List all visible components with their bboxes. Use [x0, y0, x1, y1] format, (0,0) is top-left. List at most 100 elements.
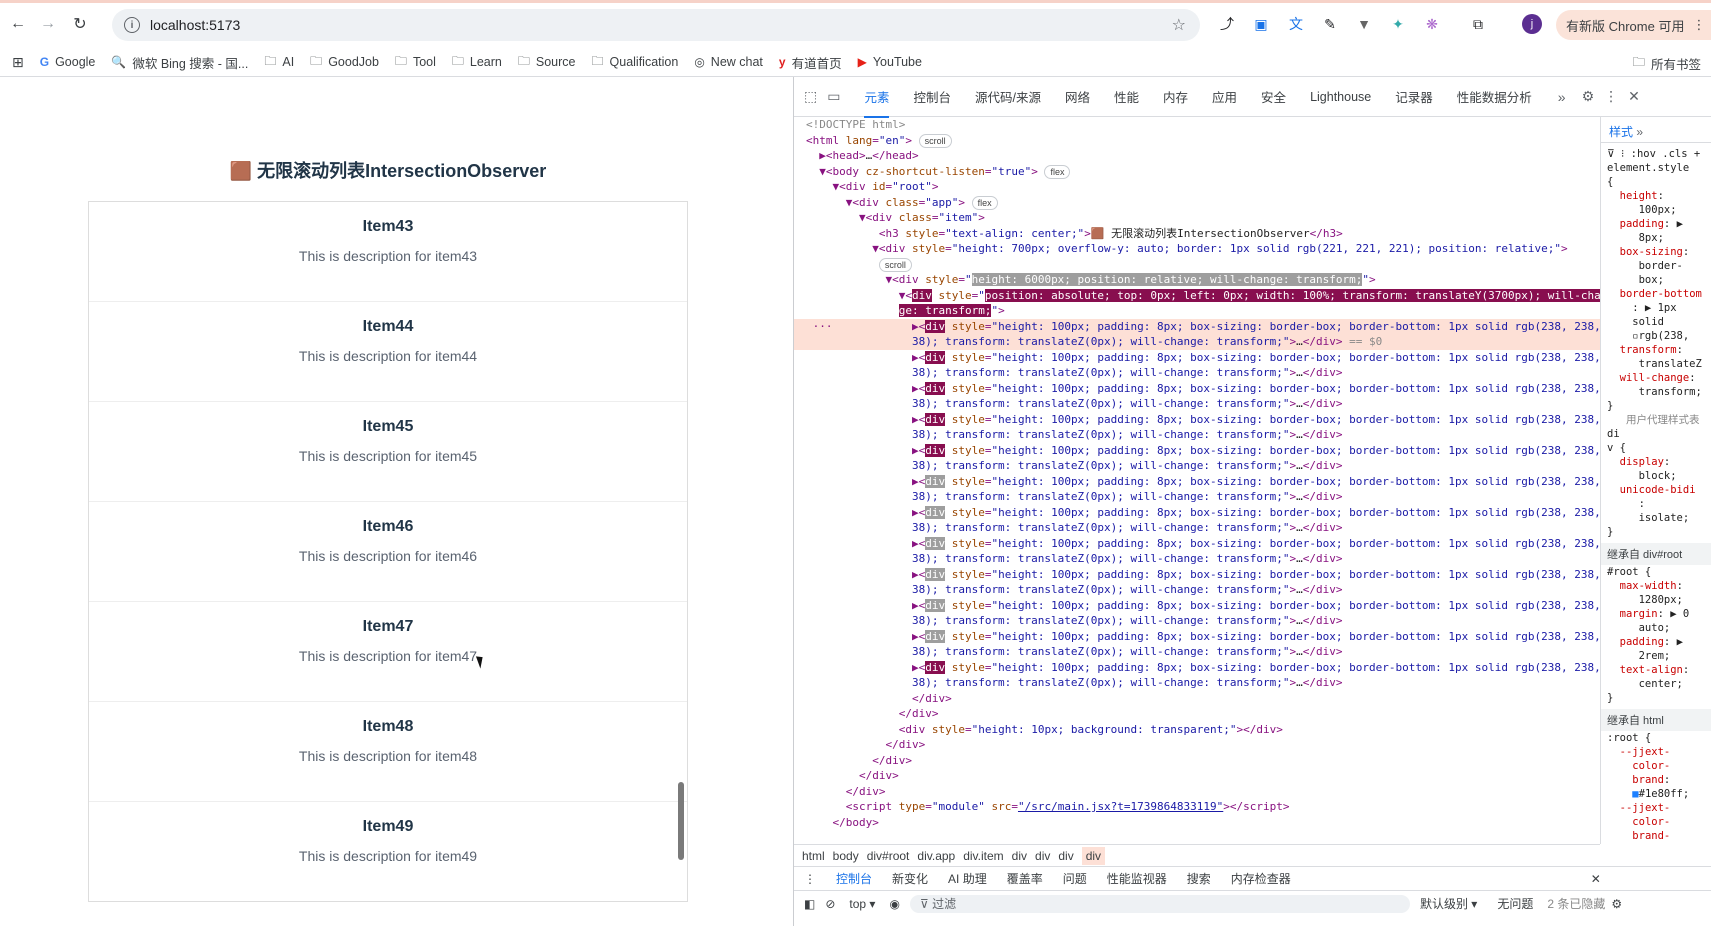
apps-grid-icon[interactable]: ⊞ — [12, 54, 24, 71]
dom-node[interactable]: 38); transform: translateZ(0px); will-ch… — [794, 489, 1600, 505]
styles-tab[interactable]: 样式 » — [1601, 117, 1711, 143]
dom-node[interactable]: ▶<div style="height: 100px; padding: 8px… — [794, 350, 1600, 366]
address-bar[interactable]: i localhost:5173 ☆ — [112, 9, 1200, 41]
bookmark-folder-source[interactable]: 🗀 Source — [518, 52, 576, 73]
tab-security[interactable]: 安全 — [1261, 87, 1286, 106]
tab-console[interactable]: 控制台 — [913, 87, 951, 106]
extension-icon-2[interactable]: ▣ — [1251, 14, 1271, 34]
breadcrumb-item[interactable]: div — [1058, 849, 1073, 863]
live-expression-eye-icon[interactable]: ◉ — [889, 897, 899, 911]
dom-node[interactable]: ▶<div style="height: 100px; padding: 8px… — [794, 474, 1600, 490]
dom-node[interactable]: </div> — [794, 768, 1600, 784]
forward-icon[interactable]: → — [34, 10, 62, 38]
dom-node[interactable]: 38); transform: translateZ(0px); will-ch… — [794, 582, 1600, 598]
breadcrumb-item[interactable]: div.app — [917, 849, 955, 863]
dom-node[interactable]: 38); transform: translateZ(0px); will-ch… — [794, 551, 1600, 567]
dom-node[interactable]: 38); transform: translateZ(0px); will-ch… — [794, 427, 1600, 443]
dom-node[interactable]: ▶<div style="height: 100px; padding: 8px… — [794, 412, 1600, 428]
tab-performance-insights[interactable]: 性能数据分析 — [1457, 87, 1532, 106]
tab-lighthouse[interactable]: Lighthouse — [1310, 90, 1371, 104]
dom-node[interactable]: <h3 style="text-align: center;">🟫 无限滚动列表… — [794, 226, 1600, 242]
dom-node[interactable]: </div> — [794, 784, 1600, 800]
dom-node[interactable]: 38); transform: translateZ(0px); will-ch… — [794, 458, 1600, 474]
dom-node-selected[interactable]: ··· ▶<div style="height: 100px; padding:… — [794, 318, 1600, 334]
dom-node[interactable]: </body> — [794, 815, 1600, 831]
dom-node[interactable]: 38); transform: translateZ(0px); will-ch… — [794, 613, 1600, 629]
dom-node[interactable]: ▶<div style="height: 100px; padding: 8px… — [794, 598, 1600, 614]
dom-node[interactable]: ▶<div style="height: 100px; padding: 8px… — [794, 629, 1600, 645]
dom-node[interactable]: ▼<body cz-shortcut-listen="true"> flex — [794, 164, 1600, 180]
tab-sources[interactable]: 源代码/来源 — [975, 87, 1041, 106]
dom-node-selected[interactable]: 38); transform: translateZ(0px); will-ch… — [794, 334, 1600, 350]
bookmark-bing[interactable]: 🔍 微软 Bing 搜索 - 国... — [111, 53, 248, 72]
pen-icon[interactable]: ✎ — [1320, 14, 1340, 34]
tab-elements[interactable]: 元素 — [864, 87, 890, 118]
dom-node[interactable]: ▼<div class="item"> — [794, 210, 1600, 226]
elements-tree[interactable]: <!DOCTYPE html> <html lang="en"> scroll … — [794, 117, 1600, 844]
dom-node[interactable]: ▶<head>…</head> — [794, 148, 1600, 164]
dom-node[interactable]: 38); transform: translateZ(0px); will-ch… — [794, 365, 1600, 381]
dom-node[interactable]: 38); transform: translateZ(0px); will-ch… — [794, 396, 1600, 412]
extension-icon-4[interactable]: ✦ — [1388, 14, 1408, 34]
bookmark-folder-learn[interactable]: 🗀 Learn — [452, 52, 502, 73]
log-level-select[interactable]: 默认级别 ▾ — [1420, 895, 1477, 912]
extension-icon-3[interactable]: ▼ — [1354, 14, 1374, 34]
dom-node[interactable]: <div style="height: 10px; background: tr… — [794, 722, 1600, 738]
breadcrumb-item[interactable]: div — [1035, 849, 1050, 863]
dom-node[interactable]: ▼<div style="height: 6000px; position: r… — [794, 272, 1600, 288]
bookmark-new-chat[interactable]: ◎ New chat — [694, 55, 763, 69]
dom-node[interactable]: ▼<div style="position: absolute; top: 0p… — [794, 288, 1600, 304]
bookmark-folder-tool[interactable]: 🗀 Tool — [395, 52, 436, 73]
breadcrumb-item[interactable]: div#root — [867, 849, 910, 863]
drawer-menu-icon[interactable]: ⋮ — [804, 872, 816, 886]
bookmark-folder-qualification[interactable]: 🗀 Qualification — [592, 52, 679, 73]
bookmark-folder-ai[interactable]: 🗀 AI — [264, 52, 294, 73]
drawer-tab-coverage[interactable]: 覆盖率 — [1007, 870, 1043, 887]
dom-node[interactable]: </div> — [794, 753, 1600, 769]
drawer-tab-console[interactable]: 控制台 — [836, 870, 872, 887]
bookmark-youdao[interactable]: y 有道首页 — [779, 53, 842, 72]
update-chrome-button[interactable]: 有新版 Chrome 可用 ⋮ — [1556, 10, 1711, 40]
tab-recorder[interactable]: 记录器 — [1395, 87, 1433, 106]
context-select[interactable]: top ▾ — [849, 897, 875, 911]
dom-node[interactable]: ▶<div style="height: 100px; padding: 8px… — [794, 443, 1600, 459]
dom-node[interactable]: 38); transform: translateZ(0px); will-ch… — [794, 675, 1600, 691]
infinite-scroll-list[interactable]: Item43 This is description for item43 Ite… — [88, 201, 688, 902]
dom-node[interactable]: ▼<div style="height: 700px; overflow-y: … — [794, 241, 1600, 257]
drawer-tab-ai-assistant[interactable]: AI 助理 — [948, 870, 987, 887]
tab-application[interactable]: 应用 — [1212, 87, 1237, 106]
dom-node[interactable]: ▶<div style="height: 100px; padding: 8px… — [794, 660, 1600, 676]
bookmark-youtube[interactable]: ▶ YouTube — [858, 55, 922, 69]
settings-gear-icon[interactable]: ⚙ — [1582, 88, 1595, 105]
bookmark-google[interactable]: G Google — [40, 55, 96, 69]
clear-console-icon[interactable]: ⊘ — [825, 897, 835, 911]
dom-node[interactable]: ▶<div style="height: 100px; padding: 8px… — [794, 505, 1600, 521]
all-bookmarks[interactable]: 🗀 所有书签 — [1632, 53, 1701, 74]
drawer-tab-issues[interactable]: 问题 — [1063, 870, 1087, 887]
breadcrumb-item-active[interactable]: div — [1081, 846, 1106, 865]
dom-node[interactable]: ge: transform;"> — [794, 303, 1600, 319]
tab-network[interactable]: 网络 — [1065, 87, 1090, 106]
sidebar-toggle-icon[interactable]: ◧ — [804, 897, 815, 911]
drawer-tab-changes[interactable]: 新变化 — [892, 870, 928, 887]
dom-node[interactable]: </div> — [794, 691, 1600, 707]
dom-node[interactable]: <html lang="en"> scroll — [794, 133, 1600, 149]
extension-icon-1[interactable]: ⤴ — [1217, 14, 1237, 34]
dom-node[interactable]: ▼<div class="app"> flex — [794, 195, 1600, 211]
console-settings-icon[interactable]: ⚙ — [1611, 897, 1622, 911]
console-filter-input[interactable]: ⊽ 过滤 — [909, 894, 1410, 913]
back-icon[interactable]: ← — [4, 10, 32, 38]
dom-node[interactable]: scroll — [794, 257, 1600, 273]
bookmark-star-icon[interactable]: ☆ — [1172, 15, 1186, 35]
tab-performance[interactable]: 性能 — [1114, 87, 1139, 106]
issues-count[interactable]: 无问题 — [1497, 895, 1533, 912]
close-icon[interactable]: ✕ — [1628, 88, 1640, 105]
dom-node[interactable]: </div> — [794, 737, 1600, 753]
more-tabs-icon[interactable]: » — [1558, 89, 1566, 105]
breadcrumb-item[interactable]: div.item — [963, 849, 1003, 863]
extension-icon-5[interactable]: ❋ — [1422, 14, 1442, 34]
more-options-icon[interactable]: ⋮ — [1604, 88, 1618, 105]
reload-icon[interactable]: ↻ — [66, 10, 94, 38]
filter-row[interactable]: ⊽ ⁝ :hov .cls + — [1601, 147, 1711, 161]
close-drawer-icon[interactable]: ✕ — [1591, 872, 1601, 886]
